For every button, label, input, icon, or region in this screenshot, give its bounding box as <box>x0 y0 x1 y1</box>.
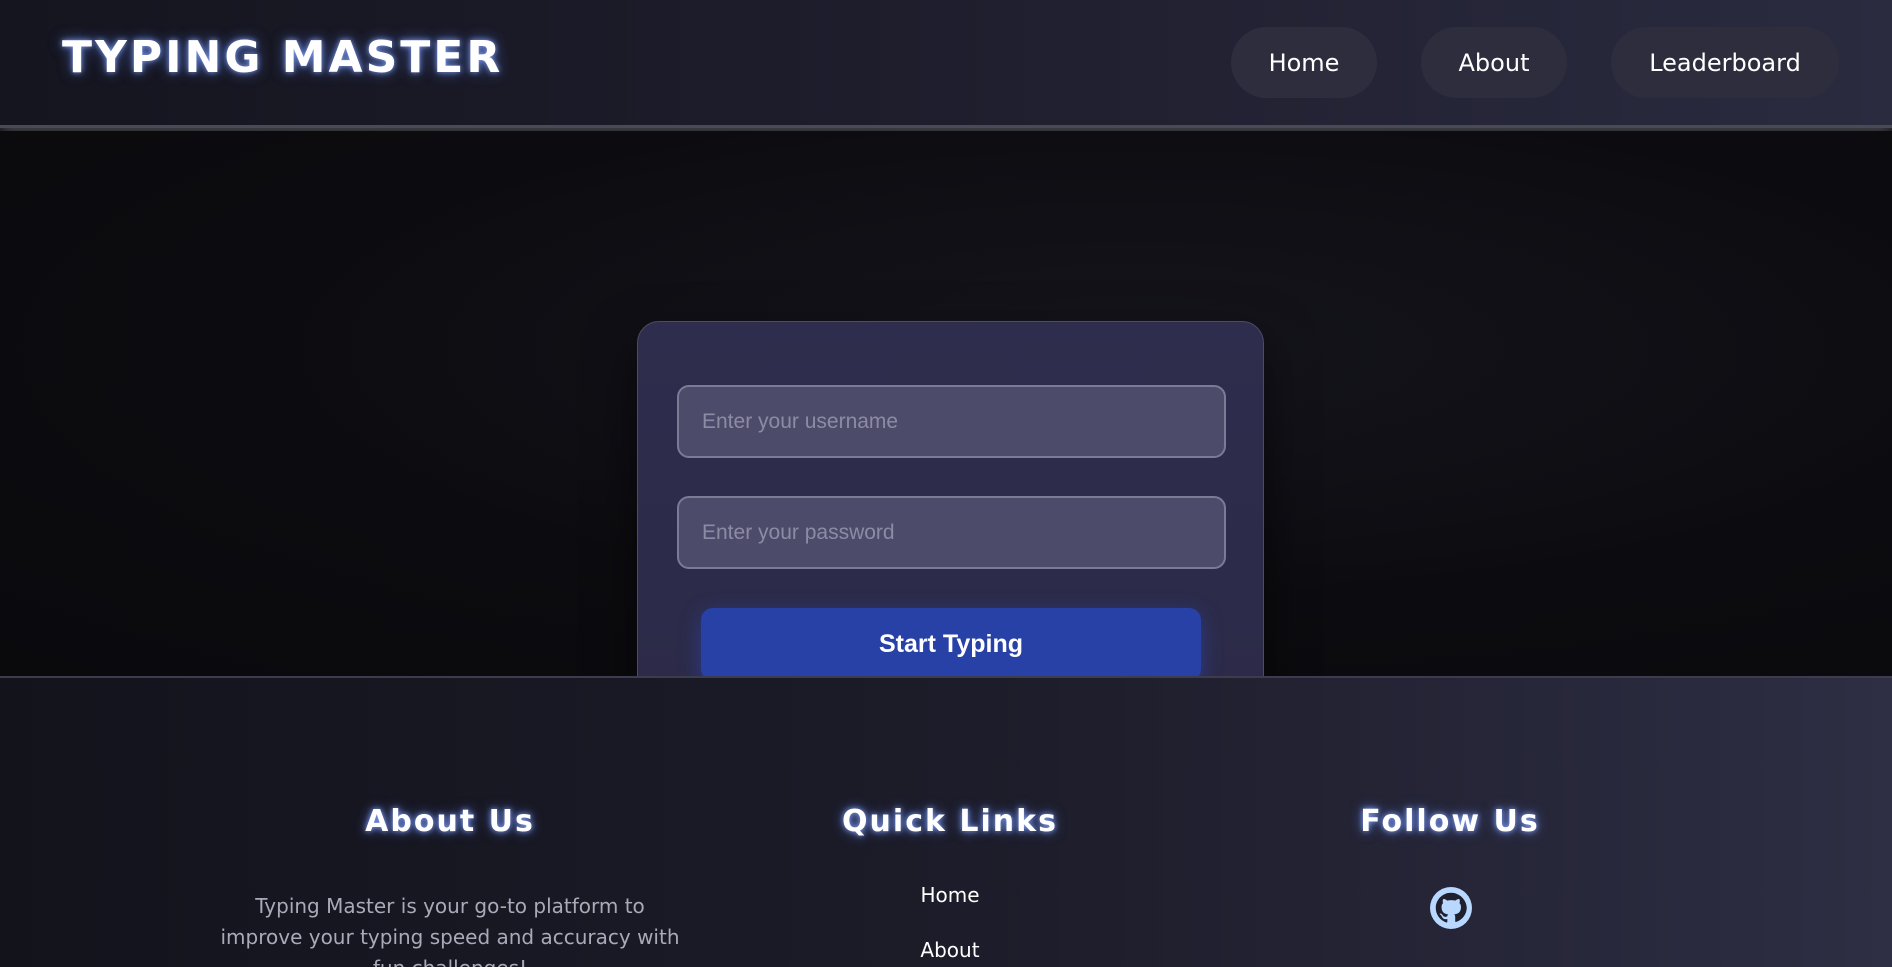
footer-link-about[interactable]: About <box>850 938 1050 962</box>
github-icon[interactable] <box>1430 887 1472 929</box>
main-section: Start Typing <box>0 131 1892 743</box>
footer-about-text: Typing Master is your go-to platform to … <box>220 894 680 967</box>
nav-about-button[interactable]: About <box>1421 27 1567 98</box>
page: TYPING MASTER Home About Leaderboard Sta… <box>0 0 1892 967</box>
password-input[interactable] <box>677 496 1226 569</box>
nav-leaderboard-button[interactable]: Leaderboard <box>1611 27 1839 98</box>
username-input[interactable] <box>677 385 1226 458</box>
nav-home-button[interactable]: Home <box>1231 27 1377 98</box>
footer-follow-title: Follow Us <box>1360 804 1540 839</box>
footer-link-home[interactable]: Home <box>850 883 1050 907</box>
site-logo[interactable]: TYPING MASTER <box>62 32 503 83</box>
footer-about-title: About Us <box>365 804 535 839</box>
site-header: TYPING MASTER Home About Leaderboard <box>0 0 1892 128</box>
start-typing-button[interactable]: Start Typing <box>701 608 1201 681</box>
footer-quick-links-title: Quick Links <box>842 804 1058 839</box>
site-footer: About Us Quick Links Follow Us Typing Ma… <box>0 676 1892 967</box>
